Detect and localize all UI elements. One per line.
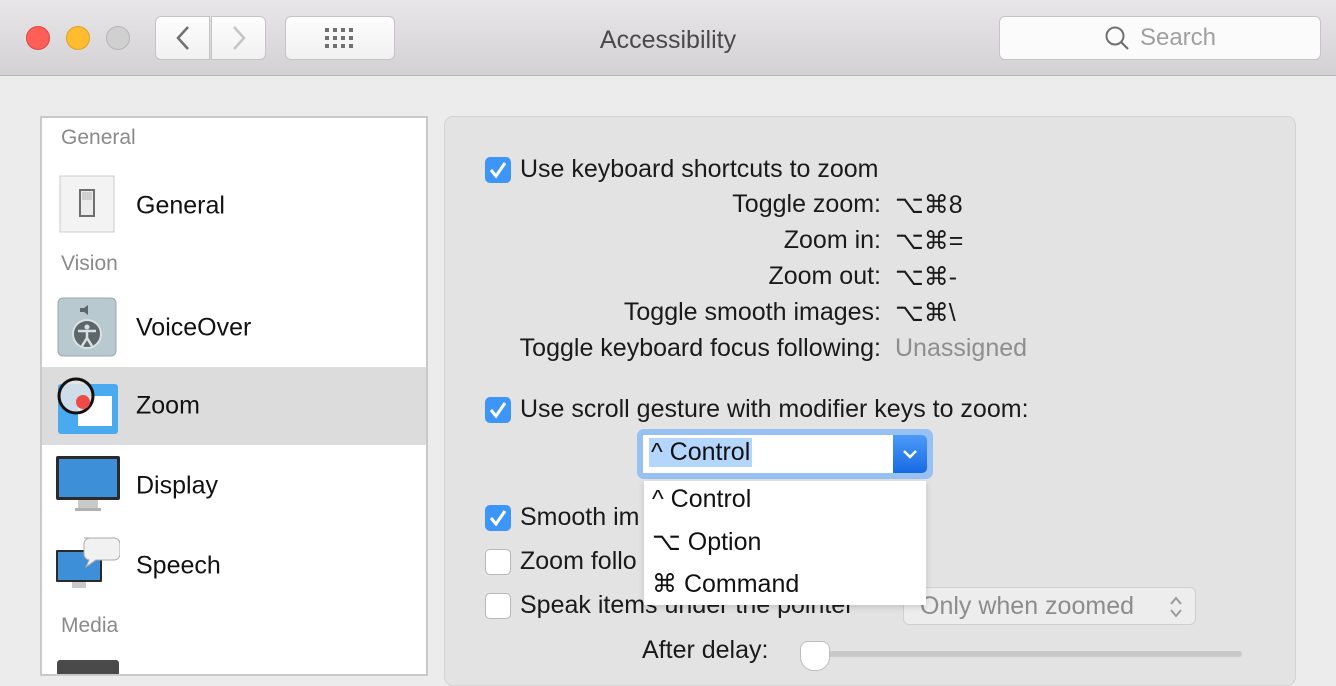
sidebar-item-label: General xyxy=(136,191,225,220)
shortcut-value: ⌥⌘= xyxy=(895,227,964,255)
smooth-images-checkbox[interactable] xyxy=(485,505,511,531)
speak-items-checkbox[interactable] xyxy=(485,593,511,619)
shortcut-value: ⌥⌘- xyxy=(895,263,958,291)
speak-items-popup-value: Only when zoomed xyxy=(920,592,1135,620)
zoom-magnifier-icon xyxy=(56,374,120,438)
general-switch-icon xyxy=(56,174,120,238)
after-delay-slider-knob[interactable] xyxy=(800,641,830,671)
sidebar-item-zoom[interactable]: Zoom xyxy=(42,367,426,445)
modifier-key-menu: ^ Control ⌥ Option ⌘ Command xyxy=(644,481,926,605)
modifier-key-selected: ^ Control xyxy=(649,438,753,467)
sidebar-item-voiceover[interactable]: VoiceOver xyxy=(42,289,426,367)
checkmark-icon xyxy=(489,510,507,527)
display-monitor-icon xyxy=(56,454,120,518)
section-general: General xyxy=(61,126,136,149)
sidebar-item-speech[interactable]: Speech xyxy=(42,527,426,605)
scroll-gesture-label: Use scroll gesture with modifier keys to… xyxy=(520,395,1029,423)
after-delay-label: After delay: xyxy=(642,636,769,664)
voiceover-icon xyxy=(56,296,120,360)
modifier-key-combo[interactable]: ^ Control xyxy=(637,429,933,479)
after-delay-slider-track[interactable] xyxy=(800,651,1242,657)
sidebar-item-label: VoiceOver xyxy=(136,313,252,342)
search-field[interactable]: Search xyxy=(999,16,1321,60)
keyboard-shortcuts-checkbox[interactable] xyxy=(485,157,511,183)
shortcut-label: Zoom in: xyxy=(783,226,881,254)
modifier-key-dropdown-button[interactable] xyxy=(893,435,927,473)
sidebar-item-general[interactable]: General xyxy=(42,167,426,245)
section-vision: Vision xyxy=(61,252,118,275)
title-bar: Accessibility Search xyxy=(0,0,1336,76)
menu-item-command[interactable]: ⌘ Command xyxy=(652,569,799,599)
shortcut-value-unassigned: Unassigned xyxy=(895,334,1028,362)
shortcut-label: Toggle keyboard focus following: xyxy=(519,334,881,362)
shortcut-label: Toggle smooth images: xyxy=(623,298,881,326)
smooth-images-label: Smooth im xyxy=(520,503,640,531)
scroll-gesture-checkbox[interactable] xyxy=(485,397,511,423)
sidebar-item-display[interactable]: Display xyxy=(42,447,426,525)
sidebar[interactable]: General General Vision VoiceOver Zoom Di… xyxy=(40,116,428,676)
checkmark-icon xyxy=(489,162,507,179)
section-media: Media xyxy=(61,614,119,637)
menu-item-option[interactable]: ⌥ Option xyxy=(652,527,761,557)
speech-bubble-icon xyxy=(56,534,121,598)
zoom-follows-focus-checkbox[interactable] xyxy=(485,549,511,575)
up-down-chevron-icon xyxy=(1170,596,1182,618)
sidebar-item-label: Zoom xyxy=(136,391,200,420)
media-item-icon xyxy=(57,660,119,674)
sidebar-item-label: Display xyxy=(136,471,218,500)
zoom-follows-focus-label: Zoom follo xyxy=(520,547,637,575)
modifier-key-field[interactable]: ^ Control xyxy=(643,435,893,473)
search-placeholder: Search xyxy=(1139,24,1217,51)
chevron-down-icon xyxy=(903,450,917,459)
speak-items-popup[interactable]: Only when zoomed xyxy=(903,587,1196,625)
shortcut-label: Toggle zoom: xyxy=(732,190,881,218)
keyboard-shortcuts-label: Use keyboard shortcuts to zoom xyxy=(520,155,879,183)
checkmark-icon xyxy=(489,402,507,419)
sidebar-item-label: Speech xyxy=(136,551,221,580)
shortcut-label: Zoom out: xyxy=(768,262,881,290)
search-icon xyxy=(1105,26,1129,50)
shortcut-value: ⌥⌘\ xyxy=(895,299,956,327)
shortcut-value: ⌥⌘8 xyxy=(895,191,963,219)
menu-item-control[interactable]: ^ Control xyxy=(652,485,751,514)
